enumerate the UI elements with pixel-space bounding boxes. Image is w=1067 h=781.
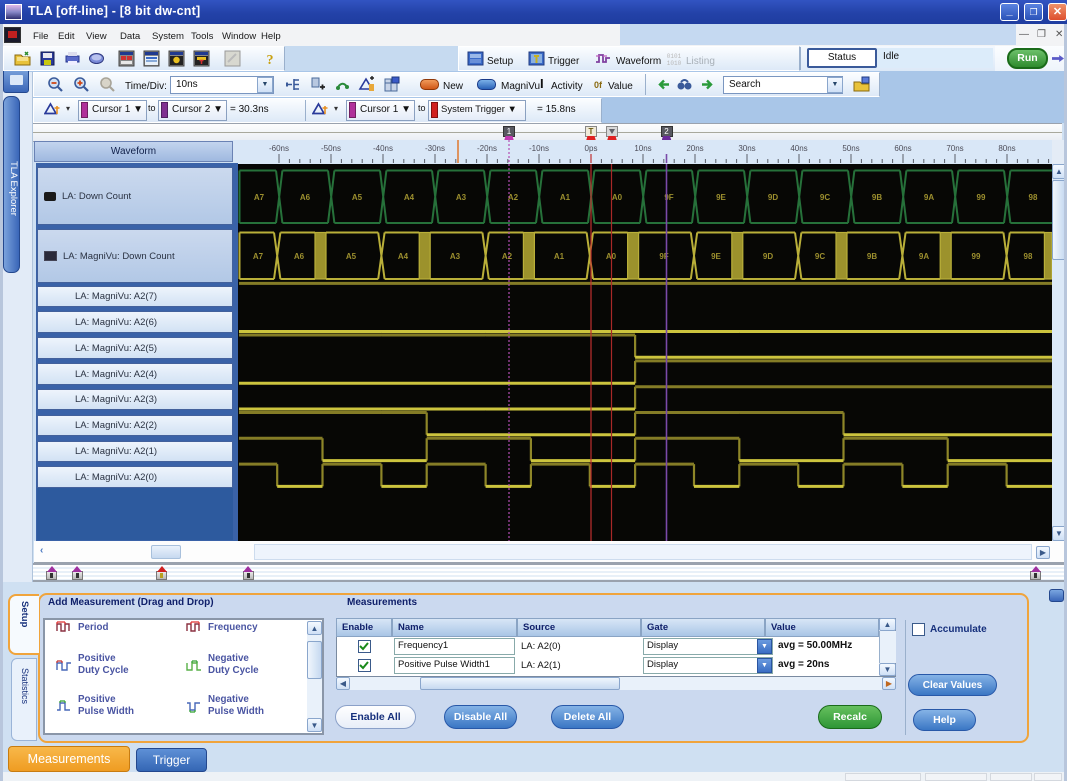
svg-text:70ns: 70ns	[946, 144, 963, 153]
svg-text:9C: 9C	[815, 252, 825, 261]
svg-text:A5: A5	[346, 252, 357, 261]
svg-text:9D: 9D	[763, 252, 773, 261]
svg-text:99: 99	[972, 252, 981, 261]
svg-text:9A: 9A	[924, 193, 934, 202]
svg-text:98: 98	[1024, 252, 1033, 261]
svg-text:20ns: 20ns	[686, 144, 703, 153]
svg-text:A2: A2	[502, 252, 513, 261]
svg-text:?: ?	[267, 53, 274, 67]
svg-text:A7: A7	[254, 193, 265, 202]
svg-text:9F: 9F	[659, 252, 668, 261]
svg-text:9E: 9E	[711, 252, 721, 261]
svg-text:60ns: 60ns	[894, 144, 911, 153]
svg-text:98: 98	[1029, 193, 1038, 202]
svg-text:A4: A4	[398, 252, 409, 261]
svg-text:9B: 9B	[872, 193, 882, 202]
svg-text:-40ns: -40ns	[373, 144, 393, 153]
svg-text:-60ns: -60ns	[269, 144, 289, 153]
svg-text:9D: 9D	[768, 193, 778, 202]
svg-text:9A: 9A	[919, 252, 929, 261]
svg-text:30ns: 30ns	[738, 144, 755, 153]
svg-text:40ns: 40ns	[790, 144, 807, 153]
svg-text:9E: 9E	[716, 193, 726, 202]
svg-text:50ns: 50ns	[842, 144, 859, 153]
svg-text:A4: A4	[404, 193, 415, 202]
svg-text:0101: 0101	[667, 53, 682, 60]
svg-text:-50ns: -50ns	[321, 144, 341, 153]
svg-text:A6: A6	[300, 193, 311, 202]
svg-text:-30ns: -30ns	[425, 144, 445, 153]
svg-text:A3: A3	[456, 193, 467, 202]
svg-text:80ns: 80ns	[998, 144, 1015, 153]
svg-text:A7: A7	[253, 252, 264, 261]
svg-text:A6: A6	[294, 252, 305, 261]
svg-text:1010: 1010	[667, 60, 682, 67]
svg-text:-20ns: -20ns	[477, 144, 497, 153]
svg-text:0ps: 0ps	[585, 144, 598, 153]
svg-text:-10ns: -10ns	[529, 144, 549, 153]
svg-text:A0: A0	[612, 193, 623, 202]
svg-text:9B: 9B	[867, 252, 877, 261]
svg-text:A1: A1	[554, 252, 565, 261]
svg-text:99: 99	[977, 193, 986, 202]
svg-text:A3: A3	[450, 252, 461, 261]
svg-text:A5: A5	[352, 193, 363, 202]
svg-text:10ns: 10ns	[634, 144, 651, 153]
svg-text:A1: A1	[560, 193, 571, 202]
svg-text:9C: 9C	[820, 193, 830, 202]
